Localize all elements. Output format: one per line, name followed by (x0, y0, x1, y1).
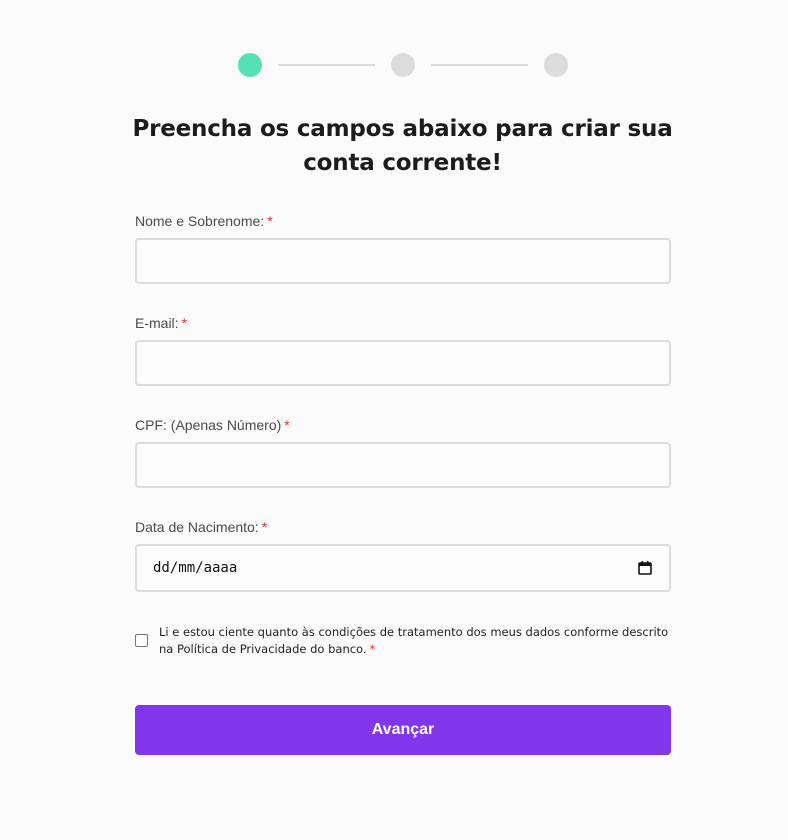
privacy-consent-checkbox[interactable] (135, 634, 148, 647)
step-1-indicator (238, 53, 262, 77)
advance-button[interactable]: Avançar (135, 705, 671, 755)
page-title-line-2: conta corrente! (303, 150, 502, 176)
page-title: Preencha os campos abaixo para criar sua… (120, 112, 685, 180)
name-input[interactable] (135, 238, 671, 284)
name-field-group: Nome e Sobrenome: * (135, 212, 671, 284)
step-connector (278, 64, 375, 66)
step-2-indicator (391, 53, 415, 77)
cpf-input[interactable] (135, 442, 671, 488)
step-connector (431, 64, 528, 66)
birthdate-placeholder: dd/mm/aaaa (153, 560, 238, 576)
birthdate-field-group: Data de Nacimento: * dd/mm/aaaa (135, 518, 671, 592)
page-title-line-1: Preencha os campos abaixo para criar sua (132, 116, 673, 142)
birthdate-input[interactable]: dd/mm/aaaa (135, 544, 671, 592)
email-label: E-mail: * (135, 315, 188, 331)
privacy-consent: Li e estou ciente quanto às condições de… (135, 624, 671, 658)
required-asterisk: * (369, 642, 376, 656)
required-asterisk: * (181, 315, 188, 331)
progress-stepper (238, 53, 568, 77)
email-field-group: E-mail: * (135, 314, 671, 386)
required-asterisk: * (267, 213, 273, 229)
required-asterisk: * (261, 519, 268, 535)
birthdate-label: Data de Nacimento: * (135, 519, 268, 535)
name-label: Nome e Sobrenome: * (135, 213, 273, 229)
cpf-label: CPF: (Apenas Número) * (135, 417, 290, 433)
email-input[interactable] (135, 340, 671, 386)
step-3-indicator (544, 53, 568, 77)
required-asterisk: * (284, 417, 290, 433)
calendar-icon[interactable] (637, 560, 653, 576)
privacy-consent-label: Li e estou ciente quanto às condições de… (159, 625, 669, 656)
cpf-field-group: CPF: (Apenas Número) * (135, 416, 671, 488)
